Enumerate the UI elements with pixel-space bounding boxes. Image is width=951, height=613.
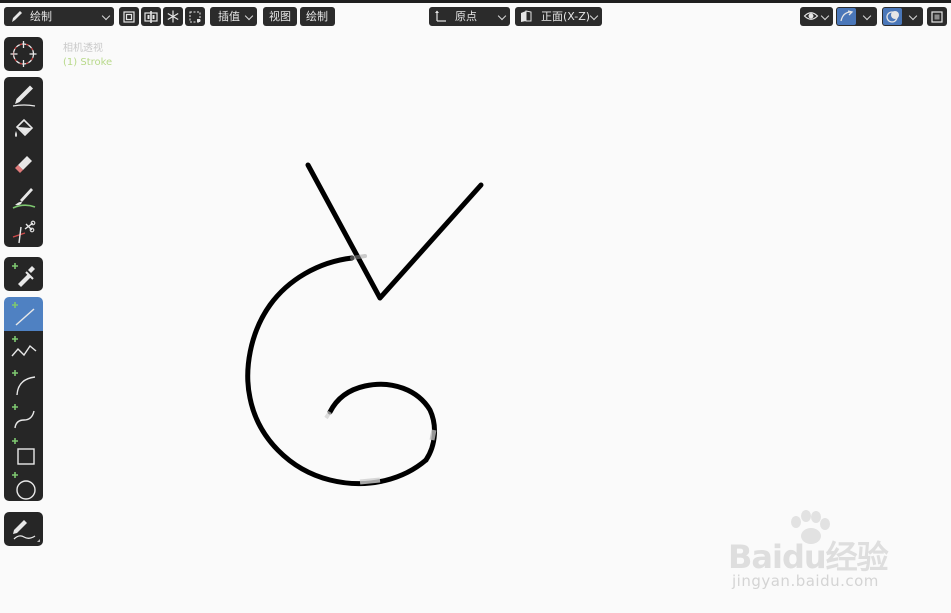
- tool-tint[interactable]: [4, 179, 43, 213]
- pencil-icon: [12, 85, 36, 107]
- spiral-inner-stroke: [327, 381, 437, 463]
- spiral-fade-top: [350, 254, 367, 260]
- spiral-fade-bottom: [359, 477, 381, 485]
- annotate-icon: [13, 520, 40, 542]
- curve-icon: [12, 404, 35, 429]
- fill-bucket-icon: [15, 118, 34, 137]
- tool-eyedropper[interactable]: [4, 257, 43, 291]
- tool-curve[interactable]: [4, 399, 43, 433]
- eyedropper-icon: [12, 263, 35, 287]
- tool-fill[interactable]: [4, 111, 43, 145]
- arc-icon: [12, 370, 36, 396]
- tool-cutter[interactable]: [4, 213, 43, 247]
- spiral-inner-fade: [429, 429, 437, 441]
- tool-annotate[interactable]: [4, 512, 43, 546]
- v-stroke: [305, 162, 484, 301]
- spiral-tail-fade: [324, 410, 332, 420]
- polyline-icon: [11, 336, 37, 357]
- grease-pencil-viewport: 绘制 插值 视图 绘制 原点 正面(X-Z) 相机透视 (1) Stroke B…: [0, 0, 951, 613]
- cutter-icon: [12, 220, 36, 244]
- tool-draw[interactable]: [4, 77, 43, 111]
- tool-box[interactable]: [4, 433, 43, 467]
- tool-polyline[interactable]: [4, 331, 43, 365]
- eraser-icon: [15, 156, 32, 173]
- spiral-outer-stroke: [245, 255, 429, 487]
- watermark: Baidu经验 jingyan.baidu.com: [728, 510, 928, 595]
- tool-circle[interactable]: [4, 467, 43, 501]
- tint-brush-icon: [12, 188, 36, 209]
- tool-line[interactable]: [4, 297, 43, 331]
- tool-cursor[interactable]: [4, 37, 43, 71]
- tool-erase[interactable]: [4, 145, 43, 179]
- box-icon: [12, 438, 35, 465]
- tool-arc[interactable]: [4, 365, 43, 399]
- watermark-url: jingyan.baidu.com: [732, 572, 879, 590]
- circle-icon: [12, 472, 36, 500]
- cursor-icon: [10, 41, 37, 67]
- line-icon: [12, 302, 35, 326]
